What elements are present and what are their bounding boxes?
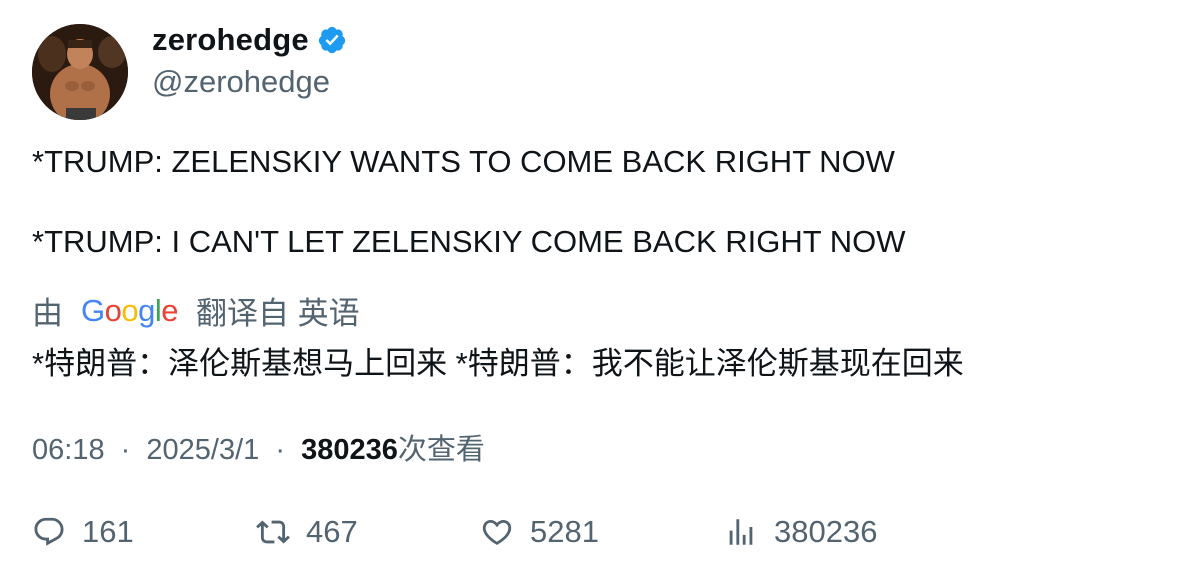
bar-chart-icon: [729, 519, 753, 545]
google-logo: Google: [81, 292, 179, 328]
retweet-count: 467: [306, 514, 358, 549]
avatar[interactable]: [32, 24, 128, 120]
tweet-card: zerohedge @zerohedge *TRUMP: ZELENSKIY W…: [0, 0, 1196, 578]
like-button[interactable]: 5281: [480, 510, 599, 554]
views-label: 次查看: [397, 434, 485, 466]
tweet-time[interactable]: 06:18: [32, 434, 105, 466]
tweet-text-line: *TRUMP: I CAN'T LET ZELENSKIY COME BACK …: [32, 224, 906, 259]
tweet-meta: 06:18 · 2025/3/1 · 380236次查看: [32, 426, 485, 468]
avatar-image: [32, 24, 128, 120]
tweet-date[interactable]: 2025/3/1: [146, 434, 259, 466]
retweet-button[interactable]: 467: [256, 510, 358, 554]
retweet-icon: [256, 520, 290, 544]
author-name-row: zerohedge: [152, 22, 347, 58]
author-display-name[interactable]: zerohedge: [152, 22, 309, 58]
translation-suffix: 翻译自 英语: [196, 296, 360, 331]
reply-icon: [34, 517, 64, 546]
views-count: 380236: [301, 434, 398, 466]
reply-count: 161: [82, 514, 134, 549]
verified-badge-icon: [318, 26, 345, 54]
action-bar: 161 467 5281 380236: [32, 510, 1162, 554]
views-button[interactable]: 380236: [724, 510, 877, 554]
translation-attribution: 由 Google 翻译自 英语: [32, 288, 360, 333]
reply-button[interactable]: 161: [32, 510, 134, 554]
meta-separator: ·: [275, 434, 285, 466]
views-action-count: 380236: [774, 514, 878, 549]
author-handle[interactable]: @zerohedge: [152, 64, 330, 100]
heart-icon: [482, 519, 512, 545]
translation-prefix: 由: [32, 296, 63, 331]
meta-separator: ·: [120, 434, 131, 466]
translated-text: *特朗普：泽伦斯基想马上回来 *特朗普：我不能让泽伦斯基现在回来: [32, 346, 964, 381]
like-count: 5281: [530, 514, 599, 549]
tweet-text-line: *TRUMP: ZELENSKIY WANTS TO COME BACK RIG…: [32, 144, 895, 179]
